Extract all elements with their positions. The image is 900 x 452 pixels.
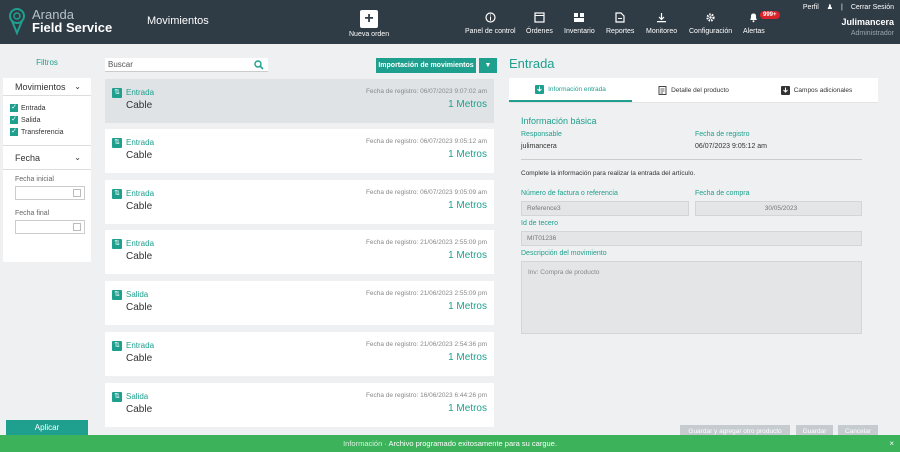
section-title: Información básica [521, 116, 597, 126]
nav-inventory[interactable]: Inventario [564, 10, 595, 35]
import-movements-button[interactable]: Importación de movimientos [376, 58, 476, 73]
download-icon [780, 85, 790, 95]
user-name: Julimancera [841, 17, 894, 27]
chevron-down-icon: ▼ [484, 62, 492, 69]
close-icon[interactable]: × [889, 435, 894, 452]
list-item[interactable]: ⇅ Entrada Cable Fecha de registro: 06/07… [105, 129, 494, 173]
profile-link[interactable]: Perfil [803, 4, 819, 11]
top-bar: Aranda Field Service Movimientos + Nueva… [0, 0, 900, 44]
detail-panel: Información entrada Detalle del producto… [509, 78, 878, 418]
filter-check-salida[interactable]: ✓ Salida [3, 114, 91, 126]
detail-title: Entrada [509, 56, 555, 71]
search-input[interactable]: Buscar [105, 58, 268, 72]
divider [521, 159, 862, 160]
notification-message: Archivo programado exitosamente para su … [388, 439, 557, 448]
movement-icon: ⇅ [112, 341, 122, 351]
third-party-input[interactable]: MIT01236 [521, 231, 862, 246]
notification-bar: Información · Archivo programado exitosa… [0, 435, 900, 452]
document-icon [658, 85, 667, 95]
notification-prefix: Información · [343, 439, 389, 448]
user-links: Perfil ♟ | Cerrar Sesión [797, 3, 894, 11]
movement-icon: ⇅ [112, 189, 122, 199]
date-end-input[interactable] [15, 220, 85, 234]
tab-additional-fields[interactable]: Campos adicionales [755, 78, 878, 102]
description-label: Descripción del movimiento [521, 250, 607, 257]
list-item[interactable]: ⇅ Salida Cable Fecha de registro: 16/06/… [105, 383, 494, 427]
movement-icon: ⇅ [112, 290, 122, 300]
bell-icon [747, 10, 761, 24]
filters-title: Filtros [3, 52, 91, 78]
separator: | [841, 4, 843, 11]
description-textarea[interactable]: Inv: Compra de producto [521, 261, 862, 334]
chevron-down-icon: ⌄ [74, 153, 81, 162]
monitor-icon [655, 10, 669, 24]
user-role: Administrador [850, 30, 894, 37]
page-title: Movimientos [147, 15, 209, 27]
entry-info-form: Información básica Responsable julimance… [509, 103, 878, 418]
checkbox-checked-icon[interactable]: ✓ [10, 116, 18, 124]
new-order-label: Nueva orden [349, 31, 390, 38]
movement-icon: ⇅ [112, 88, 122, 98]
import-dropdown-button[interactable]: ▼ [479, 58, 497, 73]
nav-settings[interactable]: Configuración [689, 10, 732, 35]
date-start-label: Fecha inicial [15, 176, 54, 183]
movement-icon: ⇅ [112, 138, 122, 148]
movement-icon: ⇅ [112, 392, 122, 402]
tab-product-detail[interactable]: Detalle del producto [632, 78, 755, 102]
reports-icon [613, 10, 627, 24]
third-party-label: Id de tecero [521, 220, 558, 227]
responsible-label: Responsable [521, 131, 562, 138]
alerts-badge: 999+ [760, 11, 780, 19]
checkbox-checked-icon[interactable]: ✓ [10, 128, 18, 136]
nav-orders[interactable]: Órdenes [526, 10, 553, 35]
registered-date-value: 06/07/2023 9:05:12 am [695, 143, 768, 150]
orders-icon [532, 10, 546, 24]
info-icon [483, 10, 497, 24]
calendar-icon[interactable] [73, 223, 81, 231]
nav-dashboard[interactable]: Panel de control [465, 10, 516, 35]
download-icon [535, 84, 545, 94]
calendar-icon[interactable] [73, 189, 81, 197]
filters-panel: Filtros Movimientos ⌄ ✓ Entrada ✓ Salida… [3, 52, 91, 262]
search-icon[interactable] [254, 60, 264, 70]
inventory-icon [572, 10, 586, 24]
logo-text-line2: Field Service [32, 20, 113, 35]
list-item[interactable]: ⇅ Entrada Cable Fecha de registro: 06/07… [105, 79, 494, 123]
plus-icon: + [360, 10, 379, 28]
new-order-button[interactable]: + Nueva orden [349, 10, 389, 38]
checkbox-checked-icon[interactable]: ✓ [10, 104, 18, 112]
chevron-down-icon: ⌄ [74, 82, 81, 91]
logo[interactable]: Aranda Field Service [8, 6, 112, 36]
list-item[interactable]: ⇅ Entrada Cable Fecha de registro: 21/06… [105, 230, 494, 274]
list-item[interactable]: ⇅ Entrada Cable Fecha de registro: 06/07… [105, 180, 494, 224]
registered-date-label: Fecha de registro [695, 131, 750, 138]
gear-icon [704, 10, 718, 24]
list-item[interactable]: ⇅ Entrada Cable Fecha de registro: 21/06… [105, 332, 494, 376]
tab-entry-info[interactable]: Información entrada [509, 78, 632, 102]
purchase-date-label: Fecha de compra [695, 190, 750, 197]
purchase-date-input[interactable]: 30/05/2023 [695, 201, 862, 216]
nav-monitoring[interactable]: Monitoreo [646, 10, 677, 35]
logo-icon [9, 8, 25, 36]
movement-icon: ⇅ [112, 239, 122, 249]
detail-tabs: Información entrada Detalle del producto… [509, 78, 878, 103]
logout-link[interactable]: Cerrar Sesión [851, 4, 894, 11]
apply-filters-button[interactable]: Aplicar [6, 420, 88, 435]
date-filter-header[interactable]: Fecha ⌄ [3, 146, 91, 170]
filter-check-transferencia[interactable]: ✓ Transferencia [3, 126, 91, 138]
invoice-label: Número de factura o referencia [521, 190, 618, 197]
invoice-input[interactable]: Reference3 [521, 201, 689, 216]
date-start-input[interactable] [15, 186, 85, 200]
person-icon: ♟ [826, 4, 834, 11]
filter-check-entrada[interactable]: ✓ Entrada [3, 102, 91, 114]
list-item[interactable]: ⇅ Salida Cable Fecha de registro: 21/06/… [105, 281, 494, 325]
nav-reports[interactable]: Reportes [606, 10, 634, 35]
form-hint: Complete la información para realizar la… [521, 170, 696, 177]
responsible-value: julimancera [521, 143, 557, 150]
date-end-label: Fecha final [15, 210, 50, 217]
movements-filter-header[interactable]: Movimientos ⌄ [3, 78, 91, 96]
